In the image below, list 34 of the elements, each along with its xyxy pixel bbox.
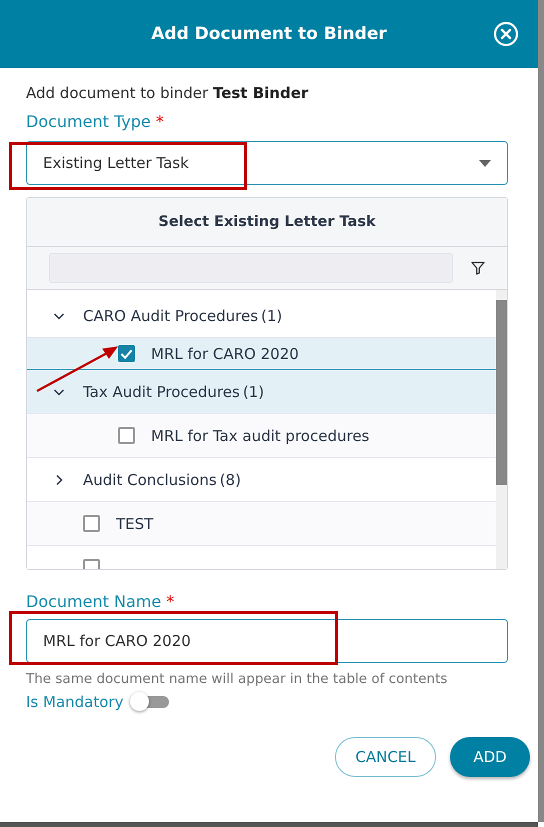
field-label: Document Type bbox=[26, 112, 151, 131]
scrollbar[interactable] bbox=[496, 290, 507, 569]
group-label: CARO Audit Procedures bbox=[83, 306, 258, 324]
required-mark: * bbox=[166, 592, 174, 611]
tree-row[interactable]: TEST bbox=[27, 502, 496, 546]
intro-text: Add document to binder Test Binder bbox=[26, 84, 310, 102]
required-mark: * bbox=[156, 112, 164, 131]
group-count: (8) bbox=[220, 470, 241, 488]
item-label: MRL for CARO 2020 bbox=[151, 344, 299, 362]
group-count: (1) bbox=[261, 306, 282, 324]
checkbox[interactable] bbox=[118, 427, 135, 444]
item-label: MRL for Tax audit procedures bbox=[151, 426, 370, 444]
page-scrollbar[interactable] bbox=[538, 0, 544, 822]
dialog-title: Add Document to Binder bbox=[151, 24, 387, 44]
cancel-button[interactable]: CANCEL bbox=[335, 737, 436, 777]
tree-row[interactable]: MRL for Tax audit procedures bbox=[27, 414, 496, 458]
hint-text: The same document name will appear in the table of contents bbox=[26, 671, 448, 687]
checkbox[interactable] bbox=[83, 515, 100, 532]
add-button[interactable]: ADD bbox=[450, 737, 530, 777]
document-name-field[interactable]: MRL for CARO 2020 bbox=[26, 619, 508, 663]
toggle-label: Is Mandatory bbox=[26, 693, 124, 711]
tree-row[interactable]: Tax Audit Procedures (1) bbox=[27, 370, 496, 414]
tree-row[interactable]: MRL for CARO 2020 bbox=[27, 338, 496, 370]
panel-header: Select Existing Letter Task bbox=[158, 214, 376, 230]
group-count: (1) bbox=[242, 382, 264, 400]
field-label: Document Name bbox=[26, 592, 162, 611]
group-label: Tax Audit Procedures bbox=[83, 382, 240, 400]
item-label: TEST bbox=[116, 514, 154, 532]
close-icon[interactable] bbox=[493, 21, 519, 47]
caret-icon bbox=[479, 160, 491, 166]
document-type-dropdown[interactable]: Existing Letter Task bbox=[26, 141, 508, 185]
checkbox[interactable] bbox=[118, 345, 135, 362]
group-label: Audit Conclusions bbox=[83, 470, 217, 488]
filter-icon[interactable] bbox=[471, 261, 485, 275]
